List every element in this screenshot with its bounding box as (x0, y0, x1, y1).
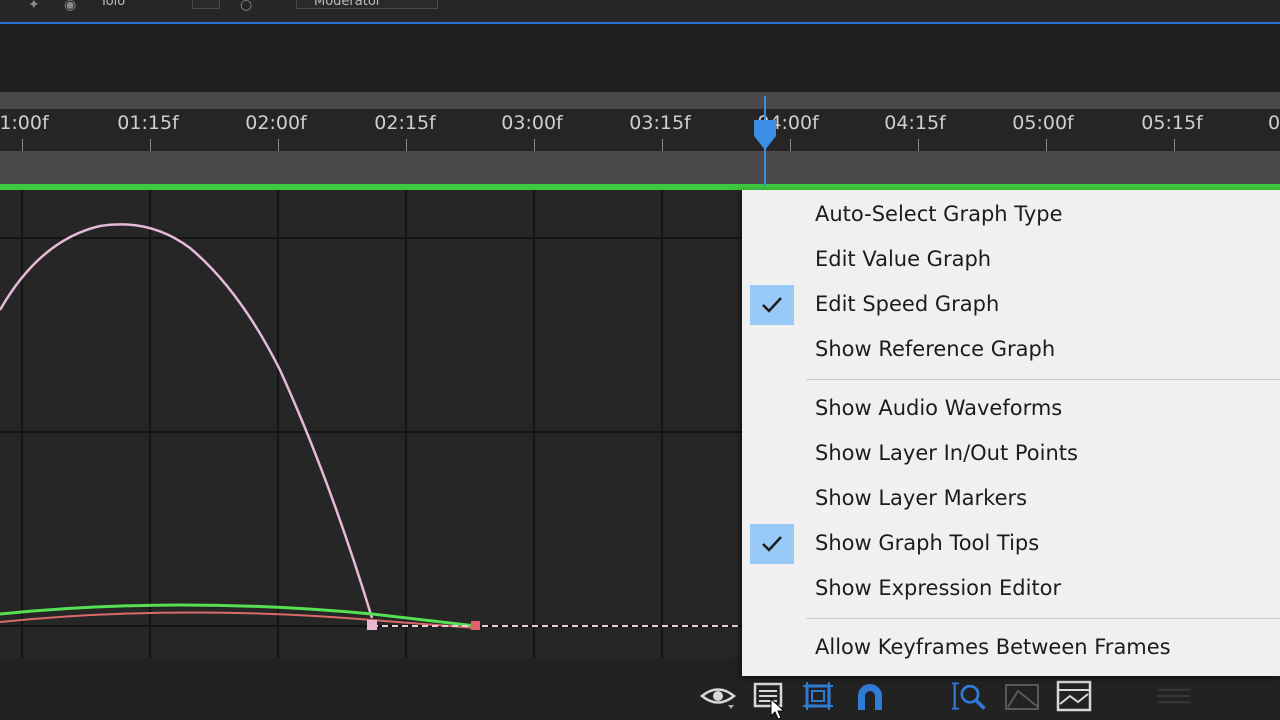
checkmark-icon (750, 524, 794, 564)
keyframe-handle[interactable] (367, 620, 377, 630)
separate-dimensions-icon[interactable] (1156, 678, 1192, 714)
ruler-tick (150, 139, 151, 151)
ruler-label: 03:15f (629, 112, 691, 134)
toggle-icon[interactable]: ◉ (64, 0, 76, 12)
ruler-lower-band[interactable] (0, 151, 1280, 184)
menu-item-auto-select-graph-type[interactable]: Auto-Select Graph Type (742, 192, 1280, 237)
circle-icon[interactable]: ○ (240, 0, 252, 12)
ruler-tick (406, 139, 407, 151)
fit-all-graphs-icon[interactable] (1056, 678, 1092, 714)
graph-grid (0, 190, 742, 658)
keyframe-handle[interactable] (471, 621, 480, 630)
menu-separator (806, 618, 1280, 619)
ruler-tick (278, 139, 279, 151)
ruler-tick (1174, 139, 1175, 151)
menu-item-label: Show Reference Graph (815, 337, 1056, 361)
menu-item-allow-keyframes-between-frames[interactable]: Allow Keyframes Between Frames (742, 625, 1280, 670)
menu-item-label: Show Layer Markers (815, 486, 1028, 510)
graph-options-menu: Auto-Select Graph Type Edit Value Graph … (742, 190, 1280, 676)
menu-item-show-audio-waveforms[interactable]: Show Audio Waveforms (742, 386, 1280, 431)
menu-item-label: Show Expression Editor (815, 576, 1062, 600)
value-graph-curve[interactable] (0, 223, 374, 619)
ruler-label: 05:15f (1141, 112, 1203, 134)
checkmark-icon (750, 285, 794, 325)
top-dropdown-label: Moderator (314, 0, 382, 9)
ruler-tick (22, 139, 23, 151)
mouse-cursor-icon (770, 698, 786, 720)
menu-item-show-graph-tool-tips[interactable]: Show Graph Tool Tips (742, 521, 1280, 566)
menu-item-label: Show Audio Waveforms (815, 396, 1063, 420)
ruler-tick (662, 139, 663, 151)
menu-item-show-reference-graph[interactable]: Show Reference Graph (742, 327, 1280, 372)
ruler-tick (534, 139, 535, 151)
ruler-label: 0 (1267, 112, 1280, 134)
ruler-tick (1046, 139, 1047, 151)
ruler-label: 01:15f (117, 112, 179, 134)
ruler-tick (790, 139, 791, 151)
snap-magnet-icon[interactable] (852, 678, 888, 714)
auto-zoom-graph-icon[interactable] (1004, 678, 1040, 714)
menu-item-label: Allow Keyframes Between Frames (815, 635, 1171, 659)
menu-item-show-layer-in-out-points[interactable]: Show Layer In/Out Points (742, 431, 1280, 476)
playhead-handle[interactable] (752, 118, 778, 152)
ruler-label: 02:15f (374, 112, 436, 134)
pin-icon[interactable]: ✦ (28, 0, 40, 12)
menu-item-show-layer-markers[interactable]: Show Layer Markers (742, 476, 1280, 521)
layer-area (0, 24, 1280, 92)
ruler-tick (918, 139, 919, 151)
menu-item-label: Edit Value Graph (815, 247, 992, 271)
ruler-label: 02:00f (245, 112, 307, 134)
ruler-label: 05:00f (1012, 112, 1074, 134)
menu-item-label: Show Layer In/Out Points (815, 441, 1078, 465)
work-area-track[interactable] (0, 92, 1280, 109)
menu-item-label: Edit Speed Graph (815, 292, 1000, 316)
menu-item-edit-value-graph[interactable]: Edit Value Graph (742, 237, 1280, 282)
top-field[interactable] (192, 0, 220, 9)
top-partial-label: Tolo (100, 0, 126, 9)
ruler-label: 03:00f (501, 112, 563, 134)
ruler-label: 04:15f (884, 112, 946, 134)
eye-icon[interactable] (700, 678, 736, 714)
menu-item-label: Show Graph Tool Tips (815, 531, 1040, 555)
menu-separator (806, 379, 1280, 380)
menu-item-edit-speed-graph[interactable]: Edit Speed Graph (742, 282, 1280, 327)
menu-item-show-expression-editor[interactable]: Show Expression Editor (742, 566, 1280, 611)
ruler-label: 1:00f (0, 112, 49, 134)
zoom-fit-icon[interactable] (952, 678, 988, 714)
menu-item-label: Auto-Select Graph Type (815, 202, 1063, 226)
graph-bounds-icon[interactable] (800, 678, 836, 714)
